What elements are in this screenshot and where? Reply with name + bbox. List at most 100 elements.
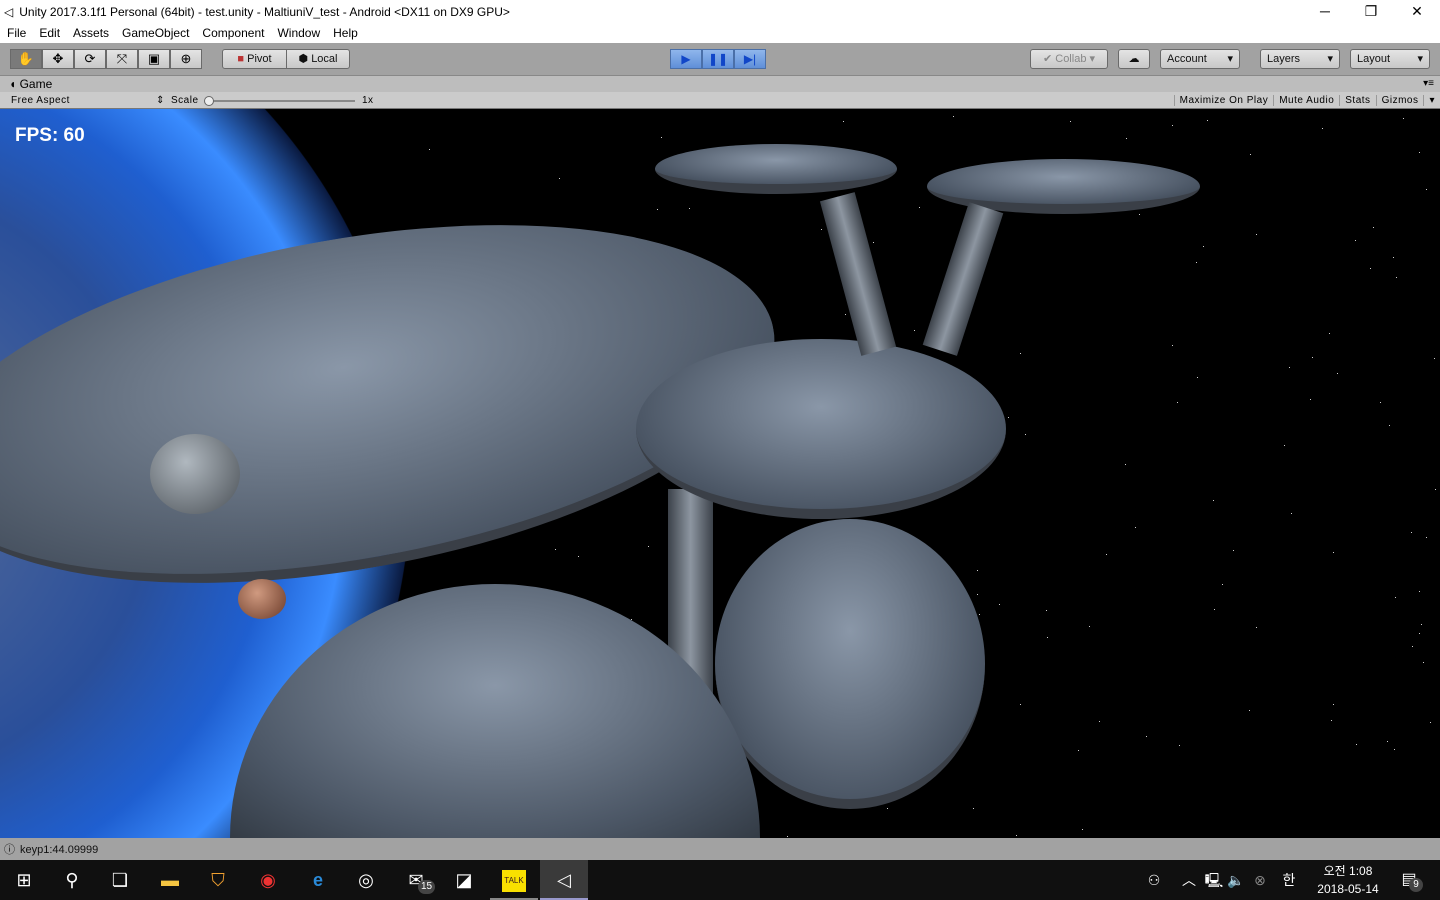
- menu-help[interactable]: Help: [333, 26, 358, 40]
- star: [555, 549, 556, 550]
- unity-taskbar-icon[interactable]: ◁: [540, 860, 588, 900]
- transform-tool-icon[interactable]: ⊕: [170, 49, 202, 69]
- star: [1008, 417, 1009, 418]
- tab-menu-icon[interactable]: ▾≡: [1423, 76, 1434, 92]
- star: [1435, 489, 1436, 490]
- close-button[interactable]: ✕: [1394, 0, 1440, 23]
- star: [1333, 552, 1334, 553]
- game-tab[interactable]: ◖ Game ▾≡: [0, 76, 1440, 92]
- file-explorer-icon[interactable]: ▬: [146, 860, 194, 900]
- pause-button[interactable]: ❚❚: [702, 49, 734, 69]
- rect-tool-icon[interactable]: ▣: [138, 49, 170, 69]
- mail-badge: 15: [418, 880, 435, 894]
- toolbar: ✋ ✥ ⟳ ⤧ ▣ ⊕ ■ Pivot ⬢ Local ▶ ❚❚ ▶| ✔ Co…: [0, 43, 1440, 76]
- star: [1139, 214, 1140, 215]
- pivot-button[interactable]: ■ Pivot: [222, 49, 287, 69]
- unity-logo-icon: ◁: [4, 5, 13, 19]
- star: [1331, 720, 1332, 721]
- menu-file[interactable]: File: [7, 26, 26, 40]
- star: [1380, 402, 1381, 403]
- aspect-dropdown[interactable]: Free Aspect: [11, 92, 70, 109]
- star: [1249, 710, 1250, 711]
- sticky-notes-icon[interactable]: ◪: [440, 860, 488, 900]
- chevron-down-icon: ▾: [1227, 50, 1233, 68]
- mute-audio-toggle[interactable]: Mute Audio: [1273, 95, 1339, 106]
- star: [1393, 257, 1394, 258]
- star: [1256, 234, 1257, 235]
- scale-slider[interactable]: [205, 100, 355, 102]
- star: [1177, 402, 1178, 403]
- star: [1172, 345, 1173, 346]
- mail-icon[interactable]: ✉ 15: [392, 860, 440, 900]
- account-label: Account: [1167, 53, 1207, 65]
- stats-toggle[interactable]: Stats: [1339, 95, 1375, 106]
- star: [1047, 637, 1048, 638]
- edge-icon[interactable]: e: [294, 860, 342, 900]
- layout-dropdown[interactable]: Layout ▾: [1350, 49, 1430, 69]
- start-windows-icon[interactable]: ⊞: [0, 860, 48, 900]
- star: [1106, 554, 1107, 555]
- maximize-on-play-toggle[interactable]: Maximize On Play: [1174, 95, 1274, 106]
- star: [845, 314, 846, 315]
- star: [559, 178, 560, 179]
- star: [1419, 152, 1420, 153]
- star: [1078, 750, 1079, 751]
- star: [1099, 721, 1100, 722]
- game-viewport[interactable]: FPS: 60: [0, 109, 1440, 838]
- star: [1222, 584, 1223, 585]
- restore-button[interactable]: ❐: [1348, 0, 1394, 23]
- star: [1214, 609, 1215, 610]
- search-icon[interactable]: ⚲: [48, 860, 96, 900]
- step-button[interactable]: ▶|: [734, 49, 766, 69]
- account-dropdown[interactable]: Account ▾: [1160, 49, 1240, 69]
- minimize-button[interactable]: ─: [1302, 0, 1348, 23]
- gizmos-toggle[interactable]: Gizmos: [1376, 95, 1424, 106]
- star: [1430, 722, 1431, 723]
- collab-button[interactable]: ✔ Collab ▾: [1030, 49, 1108, 69]
- chevron-down-icon: ▾: [1327, 50, 1333, 68]
- store-icon[interactable]: ⛉: [194, 860, 242, 900]
- move-tool-icon[interactable]: ✥: [42, 49, 74, 69]
- menu-assets[interactable]: Assets: [73, 26, 109, 40]
- kakaotalk-icon[interactable]: TALK: [490, 860, 538, 900]
- clock[interactable]: 오전 1:08 2018-05-14: [1305, 862, 1391, 898]
- gizmos-dropdown[interactable]: ▾: [1423, 95, 1440, 106]
- star: [1426, 189, 1427, 190]
- star: [979, 614, 980, 615]
- platform-lower-right: [715, 519, 985, 809]
- rotate-tool-icon[interactable]: ⟳: [74, 49, 106, 69]
- menu-gameobject[interactable]: GameObject: [122, 26, 189, 40]
- notifications-icon[interactable]: ▤ 9: [1385, 860, 1433, 900]
- media-player-icon[interactable]: ◎: [342, 860, 390, 900]
- status-bar[interactable]: ⓘ keyp1:44.09999: [0, 838, 1440, 860]
- layers-dropdown[interactable]: Layers ▾: [1260, 49, 1340, 69]
- menu-edit[interactable]: Edit: [39, 26, 60, 40]
- status-message: keyp1:44.09999: [20, 844, 98, 856]
- layout-label: Layout: [1357, 53, 1390, 65]
- clock-date: 2018-05-14: [1305, 880, 1391, 898]
- star: [1046, 610, 1047, 611]
- hand-tool-icon[interactable]: ✋: [10, 49, 42, 69]
- sphere-small: [238, 579, 286, 619]
- menu-window[interactable]: Window: [277, 26, 320, 40]
- star: [1310, 399, 1311, 400]
- cloud-button[interactable]: ☁: [1118, 49, 1150, 69]
- layers-label: Layers: [1267, 53, 1300, 65]
- star: [953, 116, 954, 117]
- star: [1396, 277, 1397, 278]
- star: [1197, 377, 1198, 378]
- star: [1423, 662, 1424, 663]
- star: [1434, 358, 1435, 359]
- menu-component[interactable]: Component: [202, 26, 264, 40]
- play-button[interactable]: ▶: [670, 49, 702, 69]
- star: [1179, 745, 1180, 746]
- title-bar: ◁ Unity 2017.3.1f1 Personal (64bit) - te…: [0, 0, 1440, 23]
- chrome-icon[interactable]: ◉: [244, 860, 292, 900]
- star: [1146, 736, 1147, 737]
- task-view-icon[interactable]: ❏: [96, 860, 144, 900]
- star: [1070, 121, 1071, 122]
- local-button[interactable]: ⬢ Local: [286, 49, 350, 69]
- scale-tool-icon[interactable]: ⤧: [106, 49, 138, 69]
- scale-slider-handle[interactable]: [204, 96, 214, 106]
- star: [999, 604, 1000, 605]
